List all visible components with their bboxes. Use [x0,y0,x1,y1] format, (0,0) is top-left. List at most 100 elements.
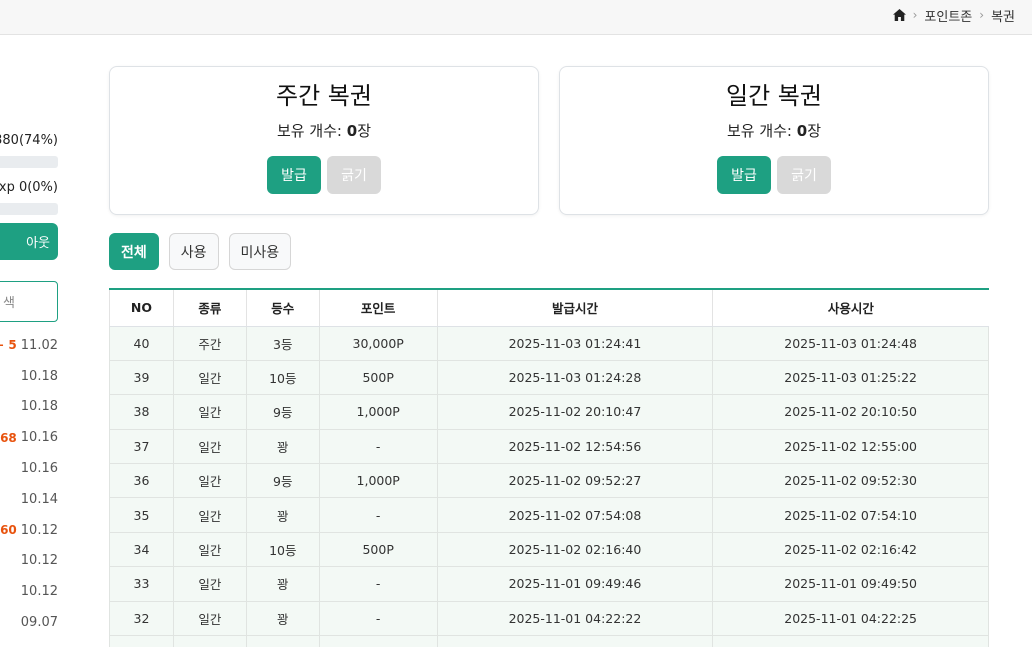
cell-used-time: 2025-11-01 00:58:55 [712,635,989,647]
list-item-date: 11.02 [20,337,58,353]
list-item-date: 10.12 [20,522,58,538]
cell-rank: 10등 [245,531,320,568]
count-badge: + 5 [0,338,17,353]
table-row: 36 일간 9등 1,000P 2025-11-02 09:52:27 2025-11-0… [109,463,989,499]
cell-no: 36 [109,463,174,499]
cell-type: 일간 [172,635,247,647]
list-item[interactable]: 68 10.16 [0,422,60,453]
chevron-right-icon: › [912,8,918,22]
header-no: NO [109,290,174,327]
point-stat: 380(74%) [0,133,58,148]
cell-type: 일간 [172,428,247,465]
breadcrumb-item-pointzone[interactable]: 포인트존 [924,6,972,25]
owned-count-unit: 장 [357,122,372,140]
owned-count-value: 0 [346,122,358,140]
card-title: 일간 복권 [726,82,822,110]
cell-rank: 꽝 [245,497,320,533]
list-item-date: 10.18 [20,399,58,415]
cell-point: - [318,428,438,465]
breadcrumb-item-lottery: 복권 [991,9,1015,25]
list-item-date: 10.16 [20,461,58,477]
cell-no: 37 [109,428,174,465]
list-item[interactable]: 10.16 [0,453,60,484]
cell-used-time: 2025-11-02 07:54:10 [712,497,989,533]
cell-type: 일간 [172,566,247,602]
header-used-time: 사용시간 [712,290,989,327]
card-title: 주간 복권 [276,82,372,110]
cell-no: 31 [109,635,174,647]
cell-used-time: 2025-11-02 02:16:42 [712,531,989,568]
chevron-right-icon: › [979,8,985,22]
cell-issued-time: 2025-11-02 20:10:47 [436,394,714,430]
header-type: 종류 [172,290,247,327]
list-item[interactable]: 10.18 [0,392,60,423]
weekly-issue-button[interactable]: 발급 [267,156,321,194]
sidebar-search-input[interactable]: 색 [0,281,58,322]
owned-count: 보유 개수: 0장 [560,121,988,141]
filter-tabs: 전체 사용 미사용 [109,233,292,270]
filter-tab-used[interactable]: 사용 [168,233,219,270]
daily-scratch-button[interactable]: 긁기 [777,156,831,194]
owned-count: 보유 개수: 0장 [110,121,538,141]
daily-issue-button[interactable]: 발급 [717,156,771,194]
cell-used-time: 2025-11-03 01:25:22 [712,359,989,396]
home-icon[interactable] [892,9,906,21]
cell-rank: 꽝 [245,566,320,602]
cell-issued-time: 2025-11-02 12:54:56 [436,428,714,465]
list-item[interactable]: + 511.02 [0,330,60,361]
list-item-date: 09.07 [20,615,58,631]
table-row: 32 일간 꽝 -2025-11-01 04:22:22 2025-11-01 04:2… [109,600,989,637]
cell-issued-time: 2025-11-01 00:58:51 [436,635,714,647]
cell-point: 500P [318,359,438,396]
top-bar: › 포인트존 › 복권 [0,0,1032,35]
list-item[interactable]: 10.14 [0,484,60,515]
table-row: 35 일간 꽝 -2025-11-02 07:54:08 2025-11-02 07:5… [109,497,989,533]
table-row: 38 일간 9등 1,000P 2025-11-02 20:10:47 2025-11-0… [109,394,989,430]
table-row: 34 일간 10등 500P 2025-11-02 02:16:40 2025-11-02… [109,531,989,568]
cell-point: 1,000P [318,394,438,430]
header-point: 포인트 [318,290,438,327]
cell-used-time: 2025-11-02 12:55:00 [712,428,989,465]
owned-count-value: 0 [796,122,808,140]
table-header-row: NO 종류 등수 포인트 발급시간 사용시간 [109,290,989,327]
count-badge: 60 [0,523,17,538]
cell-issued-time: 2025-11-01 09:49:46 [436,566,714,602]
list-item-date: 10.12 [20,553,58,569]
cell-no: 32 [109,600,174,637]
list-item[interactable]: 60 10.12 [0,515,60,546]
cell-type: 일간 [172,359,247,396]
point-progress-bar [0,156,58,168]
lottery-history-table: NO 종류 등수 포인트 발급시간 사용시간 40 주간 3등 30,000P 2025… [109,288,989,647]
filter-tab-unused[interactable]: 미사용 [228,233,292,270]
cell-point: 500P [318,531,438,568]
table-row: 33 일간 꽝 -2025-11-01 09:49:46 2025-11-01 09:4… [109,566,989,602]
cell-rank: 꽝 [245,600,320,637]
exp-progress-bar [0,203,58,215]
sidebar: 380(74%) Exp 0(0%) 아웃 색 + 511.02 10.18 1… [0,35,60,647]
sidebar-list: + 511.02 10.18 10.18 6810.16 10.16 10.14… [0,330,60,638]
owned-count-label: 보유 개수: [726,122,797,140]
cell-point: 1,000P [318,635,438,647]
list-item-date: 10.14 [20,491,58,507]
cell-used-time: 2025-11-03 01:24:48 [712,325,989,361]
list-item[interactable]: 10.12 [0,546,60,577]
cell-used-time: 2025-11-01 09:49:50 [712,566,989,602]
cell-issued-time: 2025-11-02 02:16:40 [436,531,714,568]
cell-rank: 10등 [245,359,320,396]
logout-button[interactable]: 아웃 [0,223,58,260]
cell-type: 일간 [172,463,247,499]
cell-point: - [318,566,438,602]
list-item[interactable]: 10.12 [0,576,60,607]
weekly-scratch-button[interactable]: 긁기 [327,156,381,194]
cell-rank: 9등 [245,463,320,499]
exp-stat: Exp 0(0%) [0,180,58,195]
count-badge: 68 [0,430,17,445]
list-item[interactable]: 09.07 [0,607,60,638]
cell-used-time: 2025-11-02 20:10:50 [712,394,989,430]
list-item[interactable]: 10.18 [0,361,60,392]
cell-type: 일간 [172,497,247,533]
cell-issued-time: 2025-11-03 01:24:28 [436,359,714,396]
cell-no: 35 [109,497,174,533]
daily-lottery-card: 일간 복권 보유 개수: 0장 발급 긁기 [559,66,989,215]
filter-tab-all[interactable]: 전체 [109,233,159,270]
